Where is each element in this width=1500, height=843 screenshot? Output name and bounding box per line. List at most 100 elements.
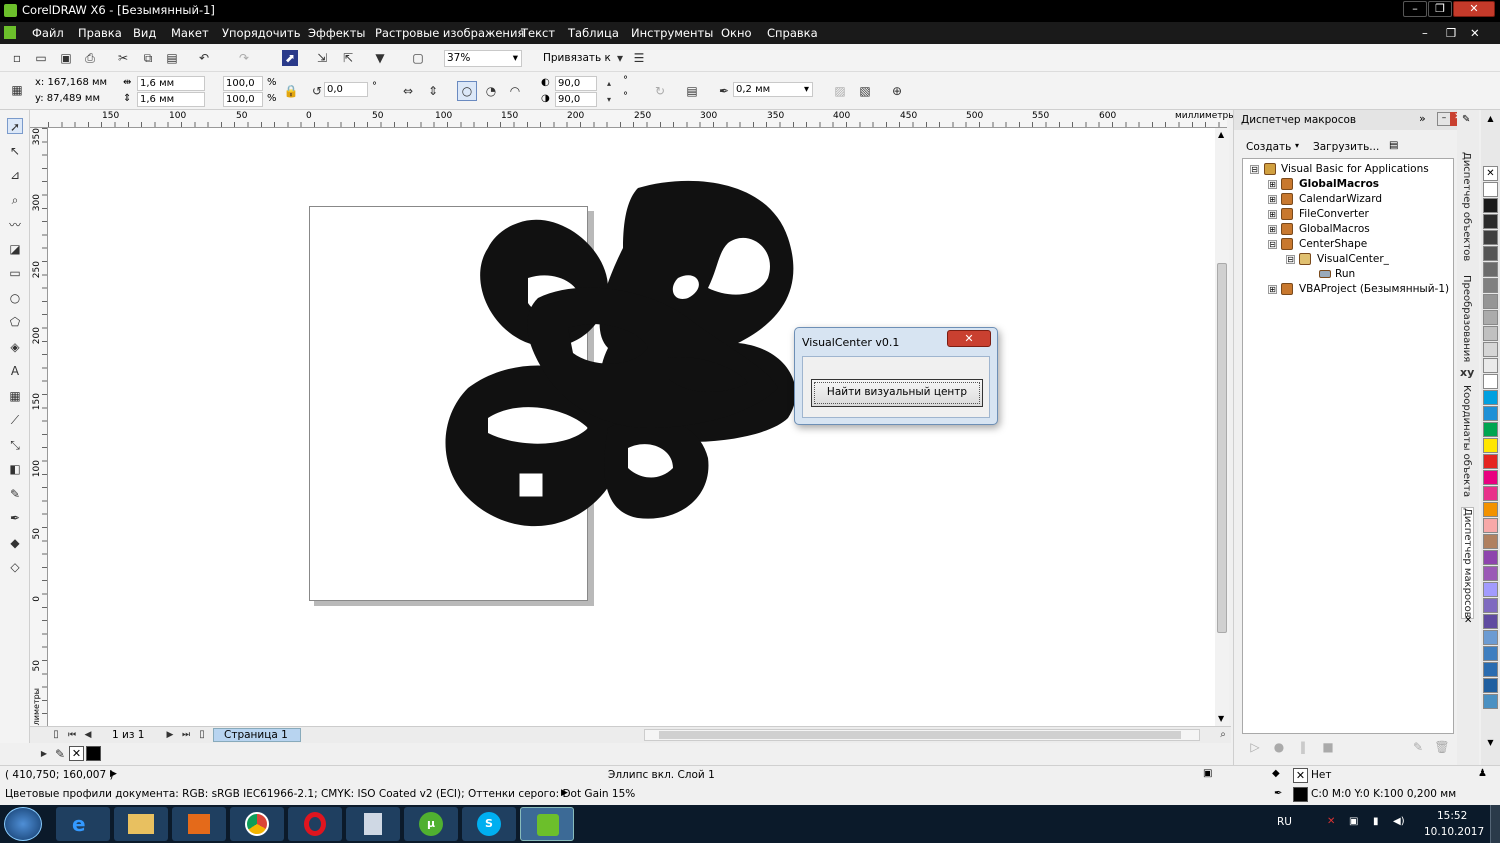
fullscreen-icon[interactable]: ▢ bbox=[410, 50, 426, 66]
outline-color-swatch[interactable] bbox=[1293, 787, 1308, 802]
drawing-canvas[interactable] bbox=[48, 128, 1215, 726]
doc-close-button[interactable]: ✕ bbox=[1470, 26, 1480, 40]
y-position[interactable]: y: 87,489 мм bbox=[35, 93, 100, 104]
zoom-select[interactable]: 37% ▾ bbox=[444, 50, 522, 67]
doc-restore-button[interactable]: ❐ bbox=[1446, 26, 1456, 40]
to-front-icon[interactable]: ▨ bbox=[832, 83, 848, 99]
tree-expander[interactable]: ⊞ bbox=[1268, 285, 1277, 294]
scroll-down-arrow-icon[interactable]: ▼ bbox=[1218, 714, 1224, 723]
polygon-tool-icon[interactable]: ⬠ bbox=[7, 314, 23, 330]
pick-tool-icon[interactable]: ➚ bbox=[7, 118, 23, 134]
blend-tool-icon[interactable]: ◧ bbox=[7, 461, 23, 477]
tree-item[interactable]: Visual Basic for Applications bbox=[1281, 163, 1429, 175]
menu-view[interactable]: Вид bbox=[133, 26, 156, 40]
palette-swatch[interactable] bbox=[1483, 486, 1498, 501]
palette-swatch[interactable] bbox=[1483, 598, 1498, 613]
record-icon[interactable]: ● bbox=[1271, 739, 1287, 755]
snap-dropdown-arrow-icon[interactable]: ▾ bbox=[612, 50, 628, 66]
taskbar-skype[interactable]: S bbox=[462, 807, 516, 841]
find-visual-center-button[interactable]: Найти визуальный центр bbox=[811, 379, 983, 407]
tree-item[interactable]: VisualCenter_ bbox=[1317, 253, 1389, 265]
palette-swatch[interactable] bbox=[1483, 294, 1498, 309]
palette-swatch[interactable] bbox=[1483, 614, 1498, 629]
dialog-close-button[interactable]: ✕ bbox=[947, 330, 991, 347]
menu-window[interactable]: Окно bbox=[721, 26, 752, 40]
angle-spin-down-icon[interactable]: ▾ bbox=[601, 92, 617, 108]
palette-swatch[interactable] bbox=[1483, 182, 1498, 197]
launcher-icon[interactable]: ▼ bbox=[372, 50, 388, 66]
menu-arrange[interactable]: Упорядочить bbox=[222, 26, 301, 40]
interactive-fill-icon[interactable]: ◇ bbox=[7, 559, 23, 575]
paste-icon[interactable]: ▤ bbox=[164, 50, 180, 66]
palette-swatch[interactable] bbox=[1483, 278, 1498, 293]
palette-swatch[interactable] bbox=[1483, 390, 1498, 405]
menu-edit[interactable]: Правка bbox=[78, 26, 122, 40]
h-scroll-thumb[interactable] bbox=[659, 731, 1181, 739]
palette-swatch[interactable] bbox=[1483, 310, 1498, 325]
pause-icon[interactable]: ‖ bbox=[1295, 739, 1311, 755]
export-icon[interactable]: ⇱ bbox=[340, 50, 356, 66]
palette-swatch[interactable] bbox=[1483, 646, 1498, 661]
prev-page-icon[interactable]: ◀ bbox=[80, 727, 96, 743]
palette-swatch[interactable] bbox=[1483, 630, 1498, 645]
palette-swatch[interactable] bbox=[1483, 198, 1498, 213]
width-field[interactable]: 1,6 мм bbox=[137, 76, 205, 91]
end-angle-field[interactable]: 90,0 bbox=[555, 92, 597, 107]
vertical-scrollbar[interactable]: ▲ ▼ bbox=[1215, 128, 1229, 726]
palette-expand-icon[interactable]: ▶ bbox=[36, 746, 52, 762]
page-tab[interactable]: Страница 1 bbox=[213, 728, 301, 742]
add-page-before-icon[interactable]: ▯ bbox=[48, 727, 64, 743]
black-swatch[interactable] bbox=[86, 746, 101, 761]
palette-swatch[interactable] bbox=[1483, 246, 1498, 261]
eyedropper-tool-icon[interactable]: ✎ bbox=[7, 486, 23, 502]
load-button[interactable]: Загрузить... bbox=[1313, 141, 1379, 153]
rectangle-tool-icon[interactable]: ▭ bbox=[7, 265, 23, 281]
tab-object-coordinates[interactable]: Координаты объекта bbox=[1461, 385, 1472, 497]
horizontal-scrollbar[interactable] bbox=[644, 729, 1200, 741]
import-icon[interactable]: ⇲ bbox=[314, 50, 330, 66]
tree-expander[interactable]: ⊞ bbox=[1268, 225, 1277, 234]
tree-item[interactable]: FileConverter bbox=[1299, 208, 1369, 220]
taskbar-calculator[interactable] bbox=[346, 807, 400, 841]
menu-file[interactable]: Файл bbox=[32, 26, 64, 40]
close-button[interactable]: ✕ bbox=[1453, 1, 1495, 17]
angle-spin-up-icon[interactable]: ▴ bbox=[601, 76, 617, 92]
taskbar-chrome[interactable] bbox=[230, 807, 284, 841]
tab-close-icon[interactable]: ✕ bbox=[1464, 615, 1472, 626]
volume-icon[interactable]: ◀) bbox=[1393, 816, 1405, 827]
docker-collapse-icon[interactable]: » bbox=[1419, 112, 1426, 125]
clock-date[interactable]: 10.10.2017 bbox=[1424, 826, 1484, 838]
taskbar-explorer[interactable] bbox=[114, 807, 168, 841]
palette-swatch[interactable] bbox=[1483, 262, 1498, 277]
taskbar-opera[interactable] bbox=[288, 807, 342, 841]
palette-swatch[interactable] bbox=[1483, 358, 1498, 373]
status-expand-icon[interactable]: ▶ bbox=[110, 769, 117, 779]
palette-no-color-swatch[interactable]: ✕ bbox=[1483, 166, 1498, 181]
color-profiles[interactable]: Цветовые профили документа: RGB: sRGB IE… bbox=[5, 788, 635, 800]
palette-swatch[interactable] bbox=[1483, 566, 1498, 581]
rotation-field[interactable]: 0,0 bbox=[324, 82, 368, 97]
show-desktop-button[interactable] bbox=[1490, 805, 1500, 843]
taskbar-media[interactable] bbox=[172, 807, 226, 841]
palette-swatch[interactable] bbox=[1483, 662, 1498, 677]
user-icon[interactable]: ♟ bbox=[1478, 768, 1487, 779]
tree-expander[interactable]: ⊞ bbox=[1268, 195, 1277, 204]
outline-pen-icon[interactable]: ✒ bbox=[1274, 788, 1282, 799]
palette-scroll-up-icon[interactable]: ▲ bbox=[1483, 114, 1498, 129]
edit-macro-icon[interactable]: ✎ bbox=[1410, 739, 1426, 755]
connector-tool-icon[interactable]: ⤡ bbox=[7, 437, 23, 453]
palette-scroll-down-icon[interactable]: ▼ bbox=[1483, 738, 1498, 753]
search-content-icon[interactable]: ⬈ bbox=[282, 50, 298, 66]
fill-none-swatch[interactable]: ✕ bbox=[1293, 768, 1308, 783]
scale-y-field[interactable]: 100,0 bbox=[223, 92, 263, 107]
macro-props-icon[interactable]: ▤ bbox=[1389, 140, 1398, 151]
palette-swatch[interactable] bbox=[1483, 678, 1498, 693]
tree-item[interactable]: CenterShape bbox=[1299, 238, 1367, 250]
taskbar-coreldraw[interactable] bbox=[520, 807, 574, 841]
create-dropdown-icon[interactable]: ▾ bbox=[1295, 141, 1299, 150]
tab-macro-manager[interactable]: Диспетчер макросов bbox=[1461, 507, 1474, 619]
open-icon[interactable]: ▭ bbox=[33, 50, 49, 66]
freehand-tool-icon[interactable]: 〰 bbox=[7, 217, 23, 233]
add-page-after-icon[interactable]: ▯ bbox=[194, 727, 210, 743]
no-color-swatch[interactable]: ✕ bbox=[69, 746, 84, 761]
